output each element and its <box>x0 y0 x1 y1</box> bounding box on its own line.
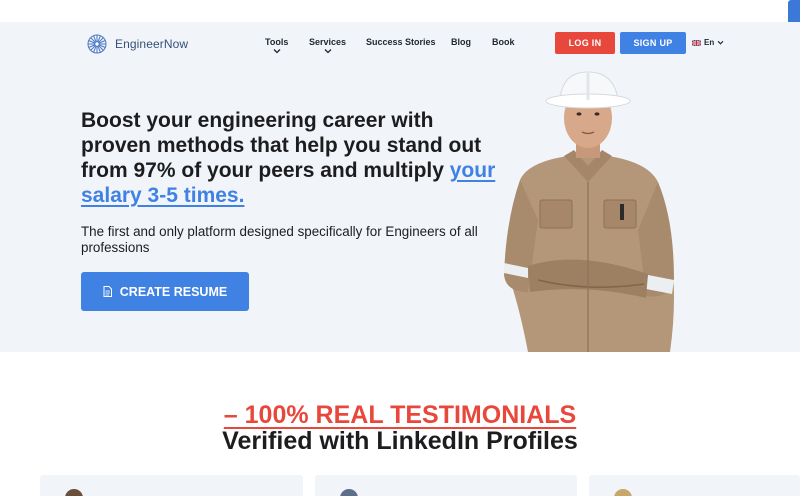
browser-top-strip <box>0 0 800 22</box>
nav-item-label: Success Stories <box>366 37 436 47</box>
hero-subtitle: The first and only platform designed spe… <box>81 224 478 255</box>
nav-item-blog[interactable]: Blog <box>451 37 471 47</box>
nav-item-label: Blog <box>451 37 471 47</box>
nav-item-book[interactable]: Book <box>492 37 515 47</box>
login-button[interactable]: LOG IN <box>555 32 615 54</box>
language-label: En <box>704 38 715 47</box>
uk-flag-icon <box>692 39 701 46</box>
nav-item-success-stories[interactable]: Success Stories <box>366 37 436 47</box>
nav-item-label: Tools <box>265 37 289 47</box>
create-resume-label: CREATE RESUME <box>119 284 228 299</box>
testimonials-subtitle: Verified with LinkedIn Profiles <box>222 427 578 455</box>
nav-item-label: Services <box>309 37 347 47</box>
signup-button[interactable]: SIGN UP <box>620 32 686 54</box>
create-resume-button[interactable]: CREATE RESUME <box>81 272 249 311</box>
engineer-photo <box>504 71 674 352</box>
language-selector[interactable]: En <box>692 38 724 47</box>
nav-item-tools[interactable]: Tools <box>265 37 288 54</box>
avatar <box>614 489 632 496</box>
testimonial-card[interactable] <box>589 475 800 496</box>
headline-text: Boost your engineering career with prove… <box>81 109 482 182</box>
testimonial-card[interactable] <box>315 475 577 496</box>
nav-item-label: Book <box>492 37 515 47</box>
chevron-down-icon <box>273 49 281 54</box>
hero-headline: Boost your engineering career with prove… <box>81 108 501 208</box>
chevron-down-icon <box>717 40 724 45</box>
avatar <box>65 489 83 496</box>
chevron-down-icon <box>324 49 331 54</box>
nav-item-services[interactable]: Services <box>309 37 346 54</box>
document-icon <box>103 286 112 297</box>
avatar <box>340 489 358 496</box>
testimonial-card[interactable] <box>40 475 303 496</box>
